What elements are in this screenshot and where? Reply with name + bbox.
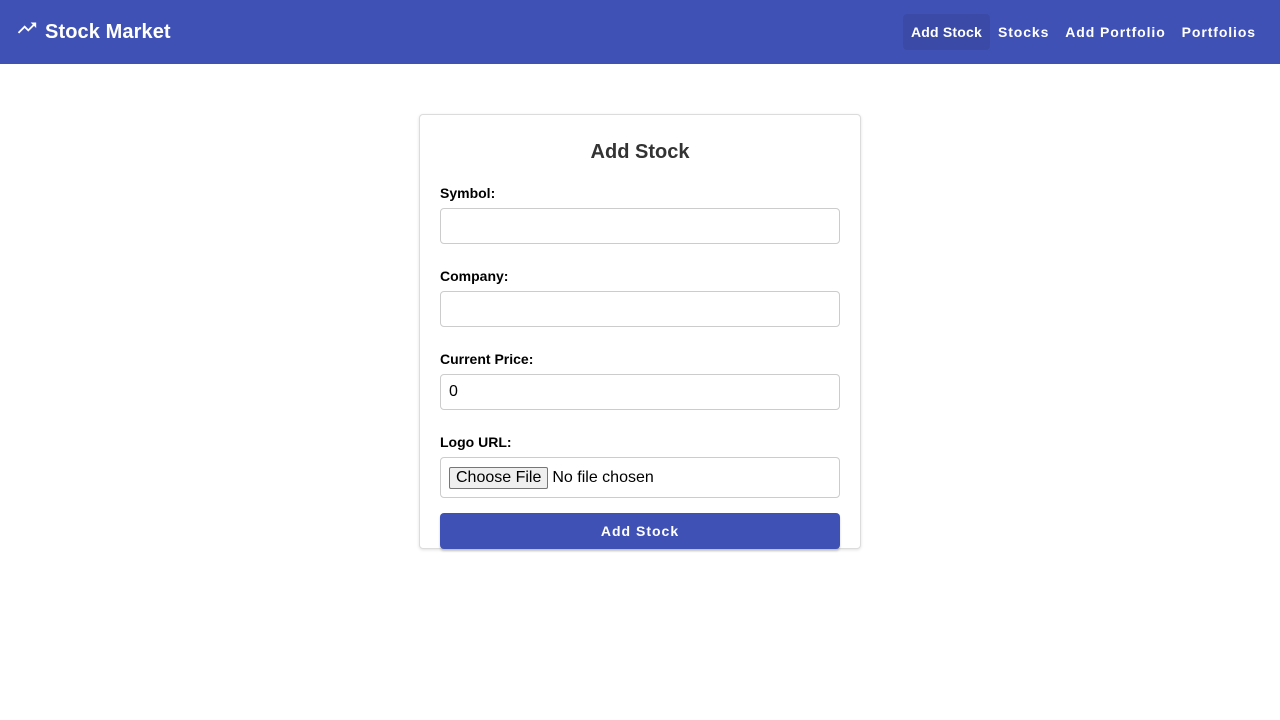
add-stock-card: Add Stock Symbol: Company: Current Price… [419,114,861,549]
symbol-label: Symbol: [440,185,496,201]
brand-link[interactable]: Stock Market [16,0,171,64]
symbol-input[interactable] [440,208,840,244]
nav-add-portfolio[interactable]: Add Portfolio [1057,14,1173,50]
current-price-label: Current Price: [440,351,534,367]
logo-file-input: Choose File No file chosen [440,457,840,498]
choose-file-button[interactable]: Choose File [449,466,549,489]
nav-portfolios[interactable]: Portfolios [1174,14,1264,50]
form-title: Add Stock [590,141,690,163]
logo-url-label: Logo URL: [440,434,512,450]
add-stock-submit-button[interactable]: Add Stock [440,513,840,549]
trending-up-icon [16,17,38,39]
nav-stocks[interactable]: Stocks [990,14,1057,50]
nav-add-stock[interactable]: Add Stock [902,14,990,50]
company-input[interactable] [440,291,840,327]
app-title: Stock Market [45,20,171,43]
main-nav: Add Stock Stocks Add Portfolio Portfolio… [902,0,1264,64]
current-price-input[interactable] [440,374,840,410]
top-app-bar: Stock Market Add Stock Stocks Add Portfo… [0,0,1280,64]
company-label: Company: [440,268,509,284]
file-status-text: No file chosen [552,468,654,486]
